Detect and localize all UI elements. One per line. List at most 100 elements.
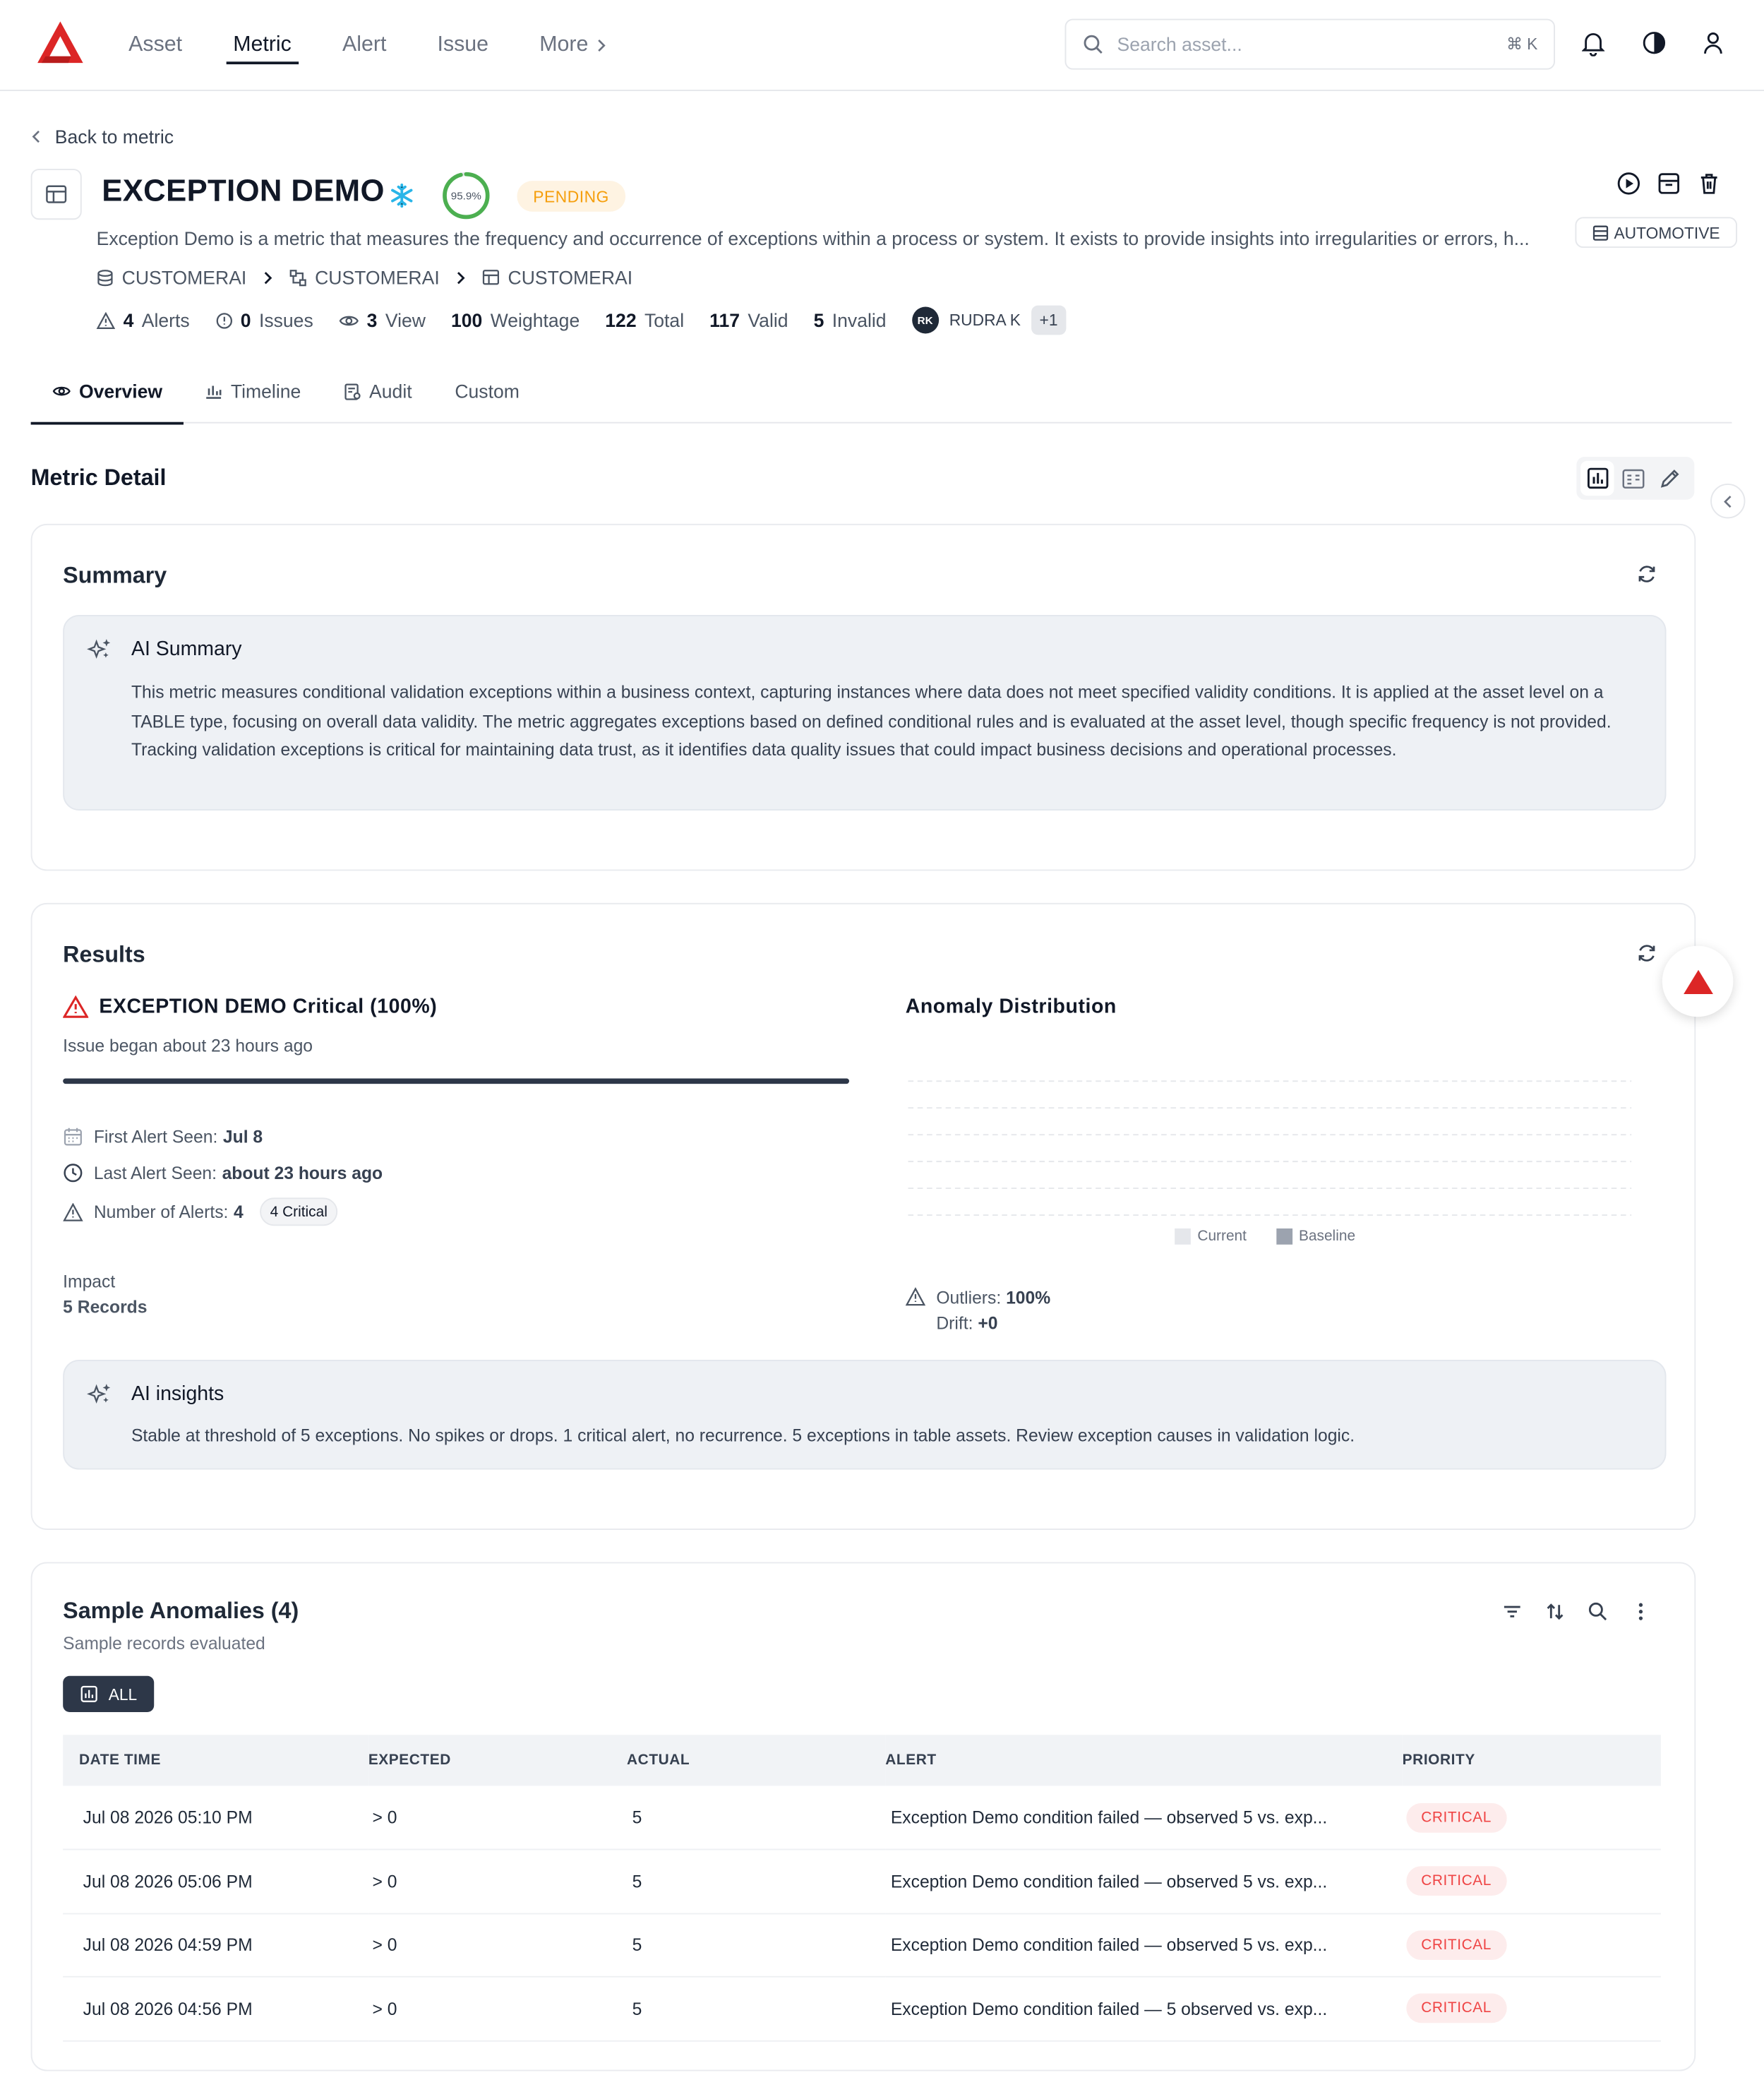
ai-summary-title: AI Summary [131,638,242,661]
views-count: 3 [366,309,378,331]
filter-all-button[interactable]: ALL [63,1675,155,1713]
brand-triangle-icon [1681,968,1714,995]
stat-issues[interactable]: 0 Issues [215,309,313,331]
table-row[interactable]: Jul 08 2026 04:56 PM > 0 5 Exception Dem… [63,1976,1661,2041]
invalid-label: Invalid [832,309,887,331]
avatar[interactable]: RK [911,306,939,334]
legend-current[interactable]: Current [1175,1228,1247,1245]
cell-actual: 5 [627,1849,886,1914]
user-profile-icon[interactable] [1703,31,1724,55]
theme-toggle-icon[interactable] [1642,31,1666,55]
main-nav: Asset Metric Alert Issue More [107,0,637,91]
table-row[interactable]: Jul 08 2026 04:59 PM > 0 5 Exception Dem… [63,1913,1661,1978]
filter-icon[interactable] [1501,1601,1523,1622]
tab-overview[interactable]: Overview [30,359,184,425]
cell-alert: Exception Demo condition failed — observ… [885,1913,1403,1978]
first-alert-row: First Alert Seen: Jul 8 [63,1127,263,1147]
anomalies-title: Sample Anomalies (4) [63,1598,299,1624]
chevron-left-icon [1722,494,1733,508]
edit-icon[interactable] [1654,461,1688,496]
tab-label: Custom [455,380,520,402]
tab-custom[interactable]: Custom [433,359,541,424]
search-input[interactable]: Search asset... ⌘ K [1064,18,1555,70]
breadcrumb-label: CUSTOMERAI [508,266,633,288]
detail-view-icon[interactable] [1617,461,1651,496]
nav-item-asset[interactable]: Asset [107,0,204,91]
nav-item-more[interactable]: More [518,0,628,91]
outlier-stats: Outliers: 100% Drift: +0 [905,1285,1050,1336]
snowflake-icon [390,183,414,208]
column-header-actual[interactable]: ACTUAL [627,1735,886,1786]
back-link[interactable]: Back to metric [31,126,174,148]
collapse-panel-button[interactable] [1710,483,1746,519]
summary-card: Summary AI Summary This metric measures … [30,523,1696,871]
column-header-priority[interactable]: PRIORITY [1402,1735,1661,1786]
run-icon[interactable] [1616,172,1640,196]
table-row[interactable]: Jul 08 2026 05:10 PM > 0 5 Exception Dem… [63,1786,1661,1850]
breadcrumb-table[interactable]: CUSTOMERAI [482,267,632,288]
ai-insights-box: AI insights Stable at threshold of 5 exc… [63,1359,1667,1470]
cell-actual: 5 [627,1913,886,1978]
stat-alerts[interactable]: 4 Alerts [96,309,190,331]
column-header-datetime[interactable]: DATE TIME [63,1735,368,1786]
ai-insights-title: AI insights [131,1382,224,1406]
valid-label: Valid [748,309,788,331]
domain-tag[interactable]: AUTOMOTIVE [1575,217,1738,249]
last-alert-row: Last Alert Seen: about 23 hours ago [63,1163,383,1183]
priority-badge: CRITICAL [1406,1802,1506,1832]
cell-expected: > 0 [368,1849,628,1914]
table-toolbar [1501,1601,1652,1622]
more-owners-badge[interactable]: +1 [1031,305,1066,335]
table-asset-icon [30,169,82,220]
breadcrumb-database[interactable]: CUSTOMERAI [97,267,246,288]
sample-anomalies-card: Sample Anomalies (4) Sample records eval… [30,1562,1696,2071]
info-icon [215,311,233,329]
trash-icon[interactable] [1697,172,1721,196]
bell-icon[interactable] [1581,31,1605,56]
column-header-alert[interactable]: ALERT [885,1735,1403,1786]
search-icon[interactable] [1588,1601,1609,1622]
stat-total: 122 Total [605,309,684,330]
nav-item-issue[interactable]: Issue [416,0,510,91]
chevron-left-icon [31,130,42,143]
sort-icon[interactable] [1544,1601,1566,1622]
drift-value: +0 [978,1312,998,1334]
impact-label: Impact [63,1271,116,1292]
last-alert-value: about 23 hours ago [222,1163,383,1183]
stat-weightage: 100 Weightage [451,309,580,330]
chart-icon [80,1685,98,1703]
section-title: Metric Detail [30,465,167,491]
table-row[interactable]: Jul 08 2026 05:06 PM > 0 5 Exception Dem… [63,1849,1661,1914]
cell-datetime: Jul 08 2026 04:59 PM [63,1913,368,1978]
nav-item-alert[interactable]: Alert [321,0,408,91]
assistant-fab-button[interactable] [1662,945,1734,1017]
table-icon [482,269,500,285]
tab-bar: Overview Timeline Audit Custom [30,359,1732,425]
app-logo[interactable] [36,20,84,64]
tab-audit[interactable]: Audit [323,359,433,424]
archive-icon[interactable] [1657,172,1681,196]
tab-timeline[interactable]: Timeline [184,359,322,424]
first-alert-label: First Alert Seen: [93,1126,218,1147]
nav-more-label: More [539,33,589,56]
legend-baseline[interactable]: Baseline [1276,1228,1355,1245]
priority-badge: CRITICAL [1406,1866,1506,1896]
total-label: Total [644,309,685,331]
stat-views[interactable]: 3 View [339,309,426,331]
critical-count-chip: 4 Critical [259,1197,339,1226]
legend-label: Baseline [1298,1228,1356,1245]
more-options-icon[interactable] [1630,1601,1651,1622]
nav-item-metric[interactable]: Metric [212,0,313,91]
breadcrumb-schema[interactable]: CUSTOMERAI [289,267,440,288]
column-header-expected[interactable]: EXPECTED [368,1735,628,1786]
domain-label: AUTOMOTIVE [1614,222,1720,242]
weightage-count: 100 [450,309,483,331]
issue-began: Issue began about 23 hours ago [63,1035,313,1056]
last-alert-label: Last Alert Seen: [93,1163,217,1183]
tab-label: Audit [369,380,412,402]
filter-all-label: ALL [108,1685,138,1704]
chart-view-icon[interactable] [1580,460,1615,496]
cell-datetime: Jul 08 2026 05:06 PM [63,1849,368,1914]
refresh-icon[interactable] [1637,564,1657,584]
refresh-icon[interactable] [1637,943,1657,963]
